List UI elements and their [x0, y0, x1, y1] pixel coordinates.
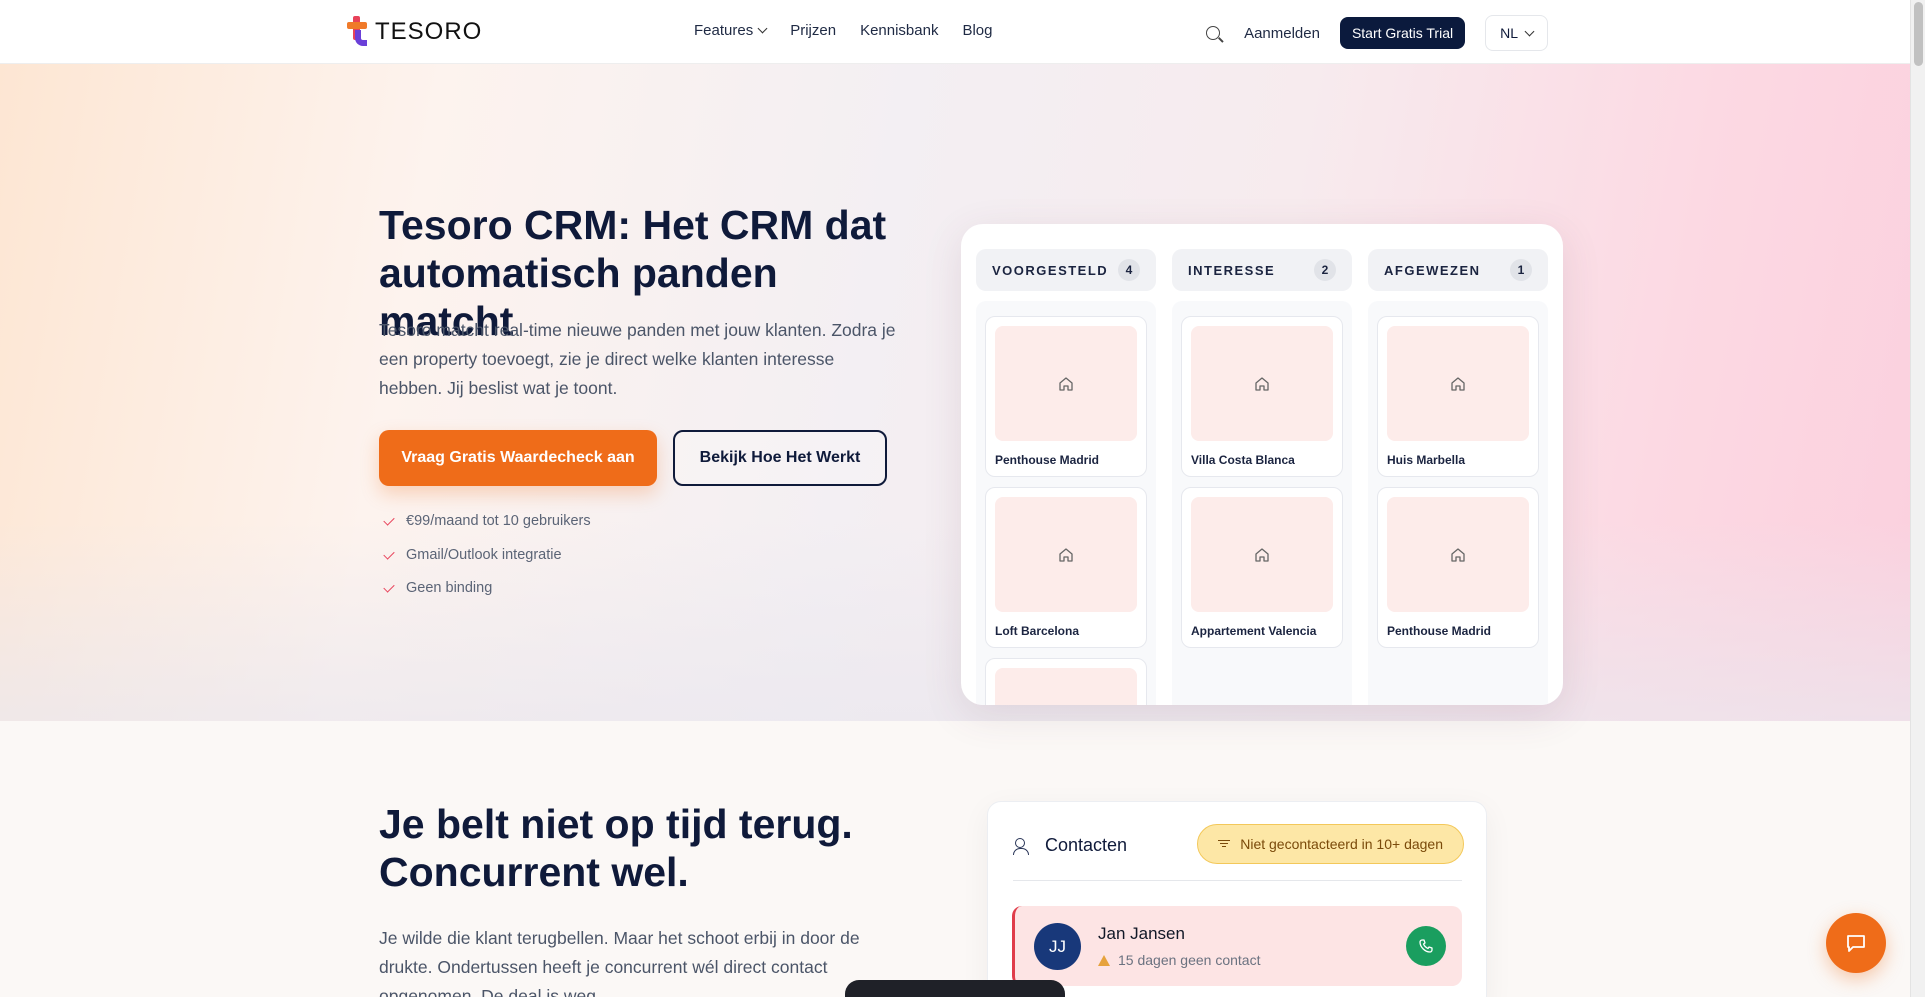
- hero-subtitle: Tesoro matcht real-time nieuwe panden me…: [379, 320, 896, 398]
- column-title: VOORGESTELD: [992, 262, 1109, 278]
- property-name: Penthouse Madrid: [995, 453, 1100, 467]
- call-button[interactable]: [1406, 926, 1446, 966]
- nav-actions: Aanmelden Start Gratis Trial NL: [1206, 15, 1548, 51]
- property-image: [995, 497, 1137, 612]
- property-card[interactable]: Loft Barcelona: [985, 487, 1147, 648]
- property-card[interactable]: [985, 658, 1147, 705]
- benefit-item: Gmail/Outlook integratie: [383, 547, 591, 581]
- filter-icon: [1218, 840, 1231, 848]
- contact-filter-chip[interactable]: Niet gecontacteerd in 10+ dagen: [1197, 824, 1464, 864]
- property-card[interactable]: Penthouse Madrid: [1377, 487, 1539, 648]
- avatar: JJ: [1034, 923, 1081, 970]
- benefit-label: Gmail/Outlook integratie: [406, 546, 562, 563]
- users-icon: [1013, 837, 1035, 855]
- column-count-badge: 4: [1118, 259, 1140, 281]
- property-card[interactable]: Huis Marbella: [1377, 316, 1539, 477]
- floating-toolbar[interactable]: [845, 980, 1065, 997]
- nav-link-kennisbank[interactable]: Kennisbank: [860, 22, 938, 39]
- contacts-panel: Contacten Niet gecontacteerd in 10+ dage…: [987, 801, 1487, 997]
- house-icon: [1255, 548, 1269, 562]
- column-title: AFGEWEZEN: [1384, 262, 1481, 278]
- column-afgewezen: Huis Marbella Penthouse Madrid: [1368, 301, 1548, 705]
- property-image: [1191, 497, 1333, 612]
- column-count-badge: 2: [1314, 259, 1336, 281]
- column-header-voorgesteld: VOORGESTELD 4: [976, 249, 1156, 291]
- section-title-line: Concurrent wel.: [379, 849, 689, 895]
- nav-link-features-label: Features: [694, 22, 754, 39]
- house-icon: [1451, 548, 1465, 562]
- benefit-label: €99/maand tot 10 gebruikers: [406, 513, 591, 529]
- house-icon: [1059, 548, 1073, 562]
- property-name: Loft Barcelona: [995, 624, 1080, 638]
- divider: [1013, 880, 1462, 881]
- nav-link-blog[interactable]: Blog: [962, 22, 992, 39]
- column-title: INTERESSE: [1188, 262, 1276, 278]
- logo-mark-icon: [347, 16, 369, 48]
- property-name: Villa Costa Blanca: [1191, 453, 1295, 467]
- section-title-line: Je belt niet op tijd terug.: [379, 801, 853, 847]
- nav-link-features[interactable]: Features: [694, 22, 768, 39]
- house-icon: [1255, 377, 1269, 391]
- top-navbar: TESORO Features Prijzen Kennisbank Blog …: [0, 0, 1910, 64]
- phone-icon: [1419, 939, 1433, 953]
- contacts-header: Contacten: [1013, 835, 1127, 856]
- column-interesse: Villa Costa Blanca Appartement Valencia: [1172, 301, 1352, 705]
- contact-name: Jan Jansen: [1098, 924, 1185, 943]
- property-name: Huis Marbella: [1387, 453, 1466, 467]
- hero-benefits: €99/maand tot 10 gebruikers Gmail/Outloo…: [383, 513, 591, 614]
- section-subtitle: Je wilde die klant terugbellen. Maar het…: [379, 928, 860, 997]
- start-trial-button[interactable]: Start Gratis Trial: [1339, 17, 1466, 49]
- main-menu: Features Prijzen Kennisbank Blog: [694, 22, 993, 39]
- chevron-down-icon: [757, 23, 768, 34]
- benefit-label: Geen binding: [406, 580, 493, 596]
- logo-text: TESORO: [375, 18, 483, 45]
- property-image: [1387, 326, 1529, 441]
- login-link[interactable]: Aanmelden: [1244, 25, 1320, 42]
- benefit-item: Geen binding: [383, 580, 591, 614]
- column-header-interesse: INTERESSE 2: [1172, 249, 1352, 291]
- property-name: Penthouse Madrid: [1387, 624, 1492, 638]
- property-image: [1191, 326, 1333, 441]
- logo[interactable]: TESORO: [347, 16, 482, 48]
- check-icon: [383, 547, 395, 560]
- section-title: Je belt niet op tijd terug. Concurrent w…: [379, 800, 853, 896]
- nav-link-prijzen[interactable]: Prijzen: [790, 22, 836, 39]
- how-it-works-button[interactable]: Bekijk Hoe Het Werkt: [673, 430, 887, 486]
- column-count-badge: 1: [1510, 259, 1532, 281]
- column-header-afgewezen: AFGEWEZEN 1: [1368, 249, 1548, 291]
- property-image: [1387, 497, 1529, 612]
- chat-button[interactable]: [1826, 913, 1886, 973]
- contact-status: 15 dagen geen contact: [1098, 952, 1260, 968]
- property-card[interactable]: Penthouse Madrid: [985, 316, 1147, 477]
- search-icon[interactable]: [1206, 26, 1221, 40]
- house-icon: [1059, 377, 1073, 391]
- hero-section: Tesoro CRM: Het CRM dat automatisch pand…: [0, 64, 1910, 721]
- contact-status-text: 15 dagen geen contact: [1118, 952, 1261, 968]
- check-icon: [383, 514, 395, 526]
- language-select[interactable]: NL: [1485, 15, 1548, 51]
- chat-icon: [1847, 935, 1865, 952]
- contact-row[interactable]: JJ Jan Jansen 15 dagen geen contact: [1012, 906, 1462, 986]
- property-name: Appartement Valencia: [1191, 624, 1317, 638]
- contacts-title: Contacten: [1045, 835, 1128, 855]
- scrollbar[interactable]: [1910, 0, 1925, 997]
- check-icon: [383, 581, 395, 593]
- waardecheck-button[interactable]: Vraag Gratis Waardecheck aan: [379, 430, 657, 486]
- filter-label: Niet gecontacteerd in 10+ dagen: [1240, 836, 1443, 852]
- scrollbar-thumb[interactable]: [1914, 2, 1923, 66]
- property-image: [995, 326, 1137, 441]
- property-card[interactable]: Appartement Valencia: [1181, 487, 1343, 648]
- column-voorgesteld: Penthouse Madrid Loft Barcelona: [976, 301, 1156, 705]
- benefit-item: €99/maand tot 10 gebruikers: [383, 513, 591, 547]
- warning-icon: [1098, 954, 1110, 966]
- language-value: NL: [1500, 25, 1518, 41]
- property-card[interactable]: Villa Costa Blanca: [1181, 316, 1343, 477]
- house-icon: [1451, 377, 1465, 391]
- kanban-board: VOORGESTELD 4 Penthouse Madrid Loft Barc…: [961, 224, 1563, 705]
- property-image: [995, 668, 1137, 705]
- chevron-down-icon: [1524, 26, 1535, 36]
